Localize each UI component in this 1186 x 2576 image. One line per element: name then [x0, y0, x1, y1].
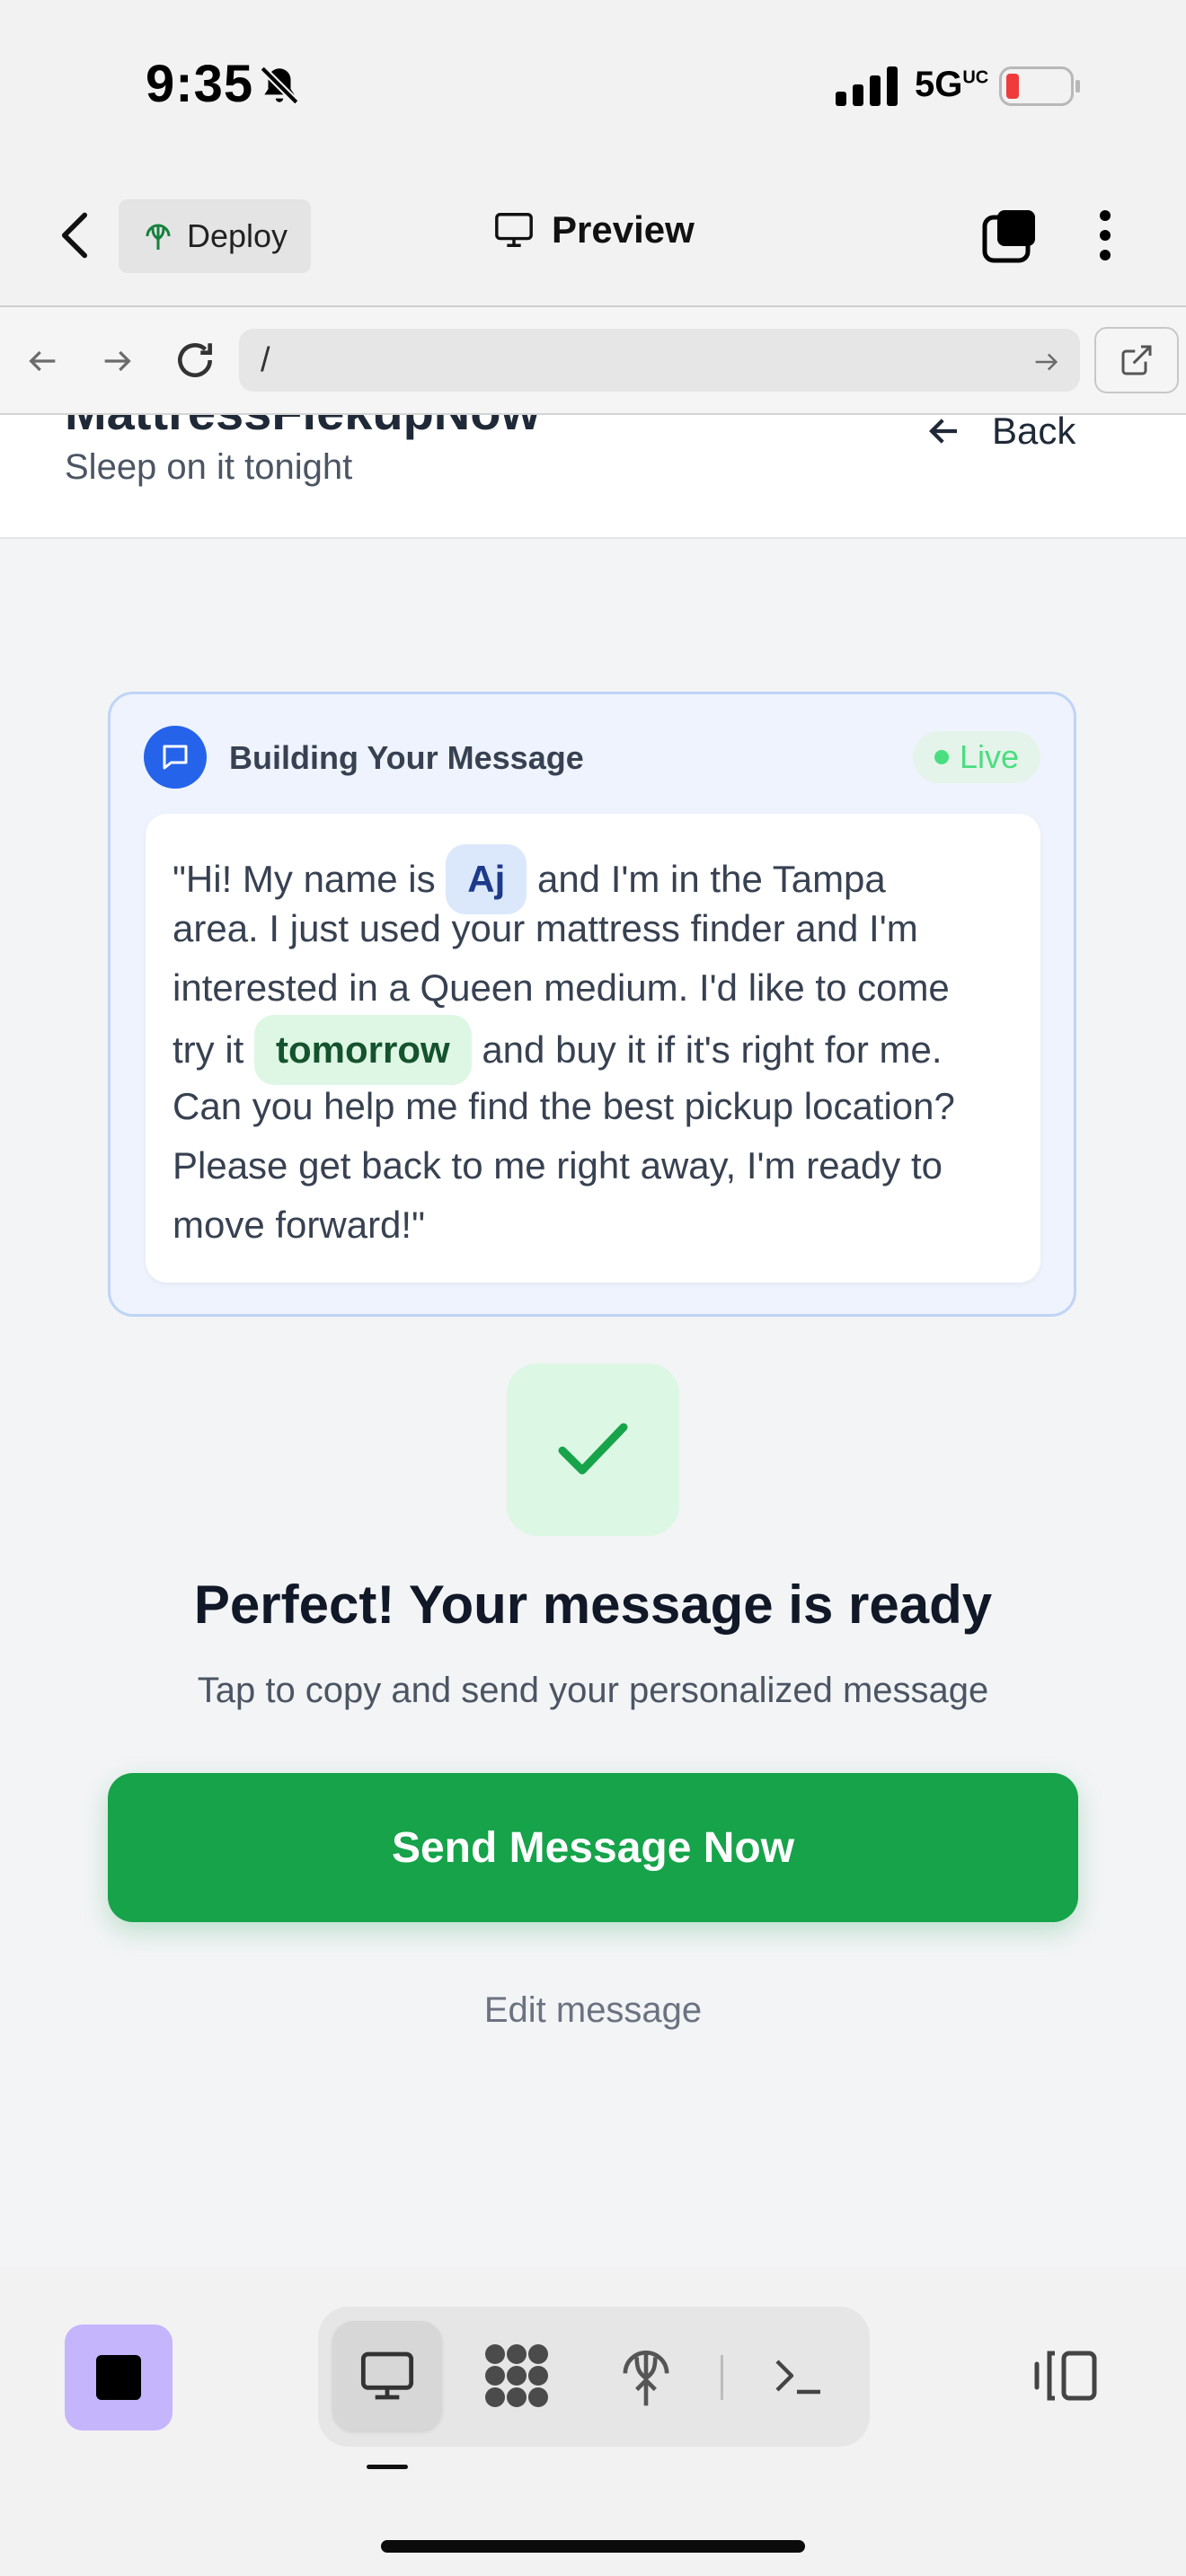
time-chip: tomorrow: [254, 1015, 472, 1085]
edit-message-link[interactable]: Edit message: [0, 1990, 1186, 2031]
live-dot: [934, 750, 949, 764]
external-link-icon: [1121, 345, 1152, 375]
deploy-tab-icon[interactable]: [591, 2321, 701, 2430]
go-arrow-icon[interactable]: [1030, 347, 1062, 382]
live-label: Live: [959, 738, 1020, 775]
message-line: area. I just used your mattress finder a…: [173, 907, 918, 949]
message-line: "Hi! My name is Aj and I'm in the Tampa: [173, 844, 886, 914]
preview-title: Preview: [492, 208, 695, 251]
url-bar[interactable]: [239, 329, 1080, 392]
status-time: 9:35: [146, 55, 254, 113]
url-text[interactable]: /: [261, 341, 270, 380]
message-line: Please get back to me right away, I'm re…: [173, 1144, 943, 1187]
check-icon: [507, 1363, 679, 1536]
message-card-title: Building Your Message: [229, 739, 584, 776]
terminal-icon[interactable]: [744, 2321, 854, 2430]
message-line: try it tomorrow and buy it if it's right…: [173, 1015, 943, 1085]
stop-icon: [96, 2355, 141, 2400]
page-back-label: Back: [992, 415, 1076, 452]
browser-back-icon[interactable]: [23, 343, 63, 384]
brand-tagline: Sleep on it tonight: [65, 447, 353, 487]
chevron-left-icon[interactable]: [54, 208, 95, 267]
active-tab-indicator: [367, 2465, 408, 2469]
stop-button[interactable]: [65, 2325, 173, 2430]
more-vertical-icon[interactable]: [1098, 208, 1112, 267]
reload-icon[interactable]: [173, 338, 217, 387]
signal-icon: [836, 66, 898, 110]
network-suffix: UC: [962, 67, 989, 88]
open-external-button[interactable]: [1094, 327, 1179, 393]
ready-subtitle: Tap to copy and send your personalized m…: [197, 1671, 989, 1710]
home-indicator: [381, 2540, 805, 2553]
page-header: MattressFiekupNow Sleep on it tonight Ba…: [0, 415, 1186, 539]
ready-title: Perfect! Your message is ready: [193, 1575, 993, 1635]
deploy-button[interactable]: Deploy: [119, 199, 311, 273]
preview-label: Preview: [552, 208, 695, 251]
network-label: 5GUC: [915, 65, 989, 104]
battery-icon: [999, 66, 1082, 110]
tabs-icon[interactable]: [981, 208, 1039, 269]
desktop-view-icon[interactable]: [332, 2321, 442, 2430]
name-chip: Aj: [446, 844, 527, 914]
arrow-left-icon: [929, 419, 957, 444]
chat-icon: [144, 726, 207, 789]
send-message-button[interactable]: Send Message Now: [108, 1773, 1078, 1922]
message-line: move forward!": [173, 1204, 425, 1246]
message-line: Can you help me find the best pickup loc…: [173, 1085, 955, 1127]
page-back-button[interactable]: Back: [925, 415, 1075, 453]
toolbar-divider: [721, 2355, 723, 2400]
browser-forward-icon[interactable]: [97, 343, 137, 384]
deploy-icon: [146, 224, 171, 250]
live-badge: Live: [913, 731, 1040, 783]
monitor-icon: [495, 213, 533, 247]
grid-icon[interactable]: [462, 2321, 571, 2430]
send-message-label: Send Message Now: [391, 1823, 795, 1872]
panel-icon[interactable]: [1031, 2348, 1100, 2408]
bell-slash-icon: [257, 63, 302, 112]
deploy-label: Deploy: [186, 217, 288, 254]
message-line: interested in a Queen medium. I'd like t…: [173, 966, 950, 1009]
brand-name: MattressFiekupNow: [65, 415, 540, 441]
